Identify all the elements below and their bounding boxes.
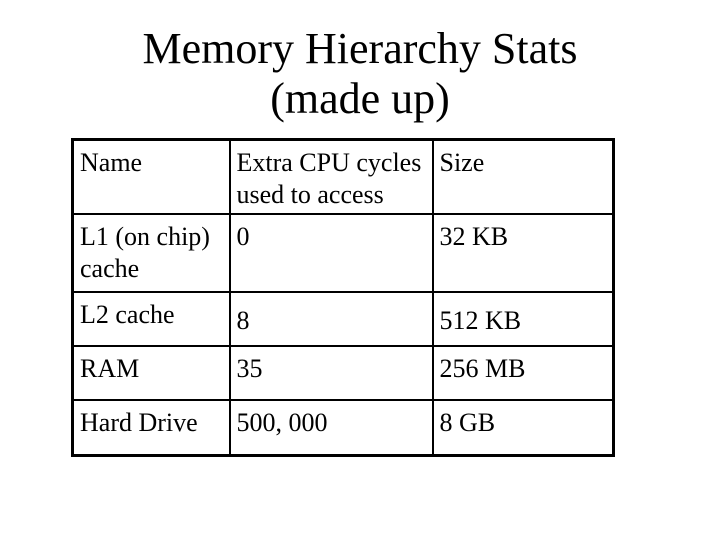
header-size: Size bbox=[431, 138, 615, 215]
cell-size: 8 GB bbox=[431, 399, 615, 457]
table-row: L2 cache 8 512 KB bbox=[71, 291, 615, 347]
cell-cpu-cycles: 0 bbox=[228, 213, 434, 293]
cell-size: 512 KB bbox=[431, 291, 615, 347]
cell-cpu-cycles: 35 bbox=[228, 345, 434, 401]
header-name: Name bbox=[71, 138, 231, 215]
table-row: Hard Drive 500, 000 8 GB bbox=[71, 399, 615, 457]
table-header-row: Name Extra CPU cycles used to access Siz… bbox=[71, 138, 615, 215]
cell-name: L2 cache bbox=[71, 291, 231, 347]
cell-size: 256 MB bbox=[431, 345, 615, 401]
slide-title-line-2: (made up) bbox=[270, 74, 450, 123]
table-row: RAM 35 256 MB bbox=[71, 345, 615, 401]
cell-name: RAM bbox=[71, 345, 231, 401]
slide-title-line-1: Memory Hierarchy Stats bbox=[142, 24, 578, 73]
cell-name: L1 (on chip) cache bbox=[71, 213, 231, 293]
cell-size: 32 KB bbox=[431, 213, 615, 293]
cell-name: Hard Drive bbox=[71, 399, 231, 457]
cell-cpu-cycles: 500, 000 bbox=[228, 399, 434, 457]
table-row: L1 (on chip) cache 0 32 KB bbox=[71, 213, 615, 293]
slide-title: Memory Hierarchy Stats (made up) bbox=[0, 24, 720, 124]
memory-stats-table: Name Extra CPU cycles used to access Siz… bbox=[71, 138, 615, 457]
cell-cpu-cycles: 8 bbox=[228, 291, 434, 347]
header-cpu-cycles: Extra CPU cycles used to access bbox=[228, 138, 434, 215]
